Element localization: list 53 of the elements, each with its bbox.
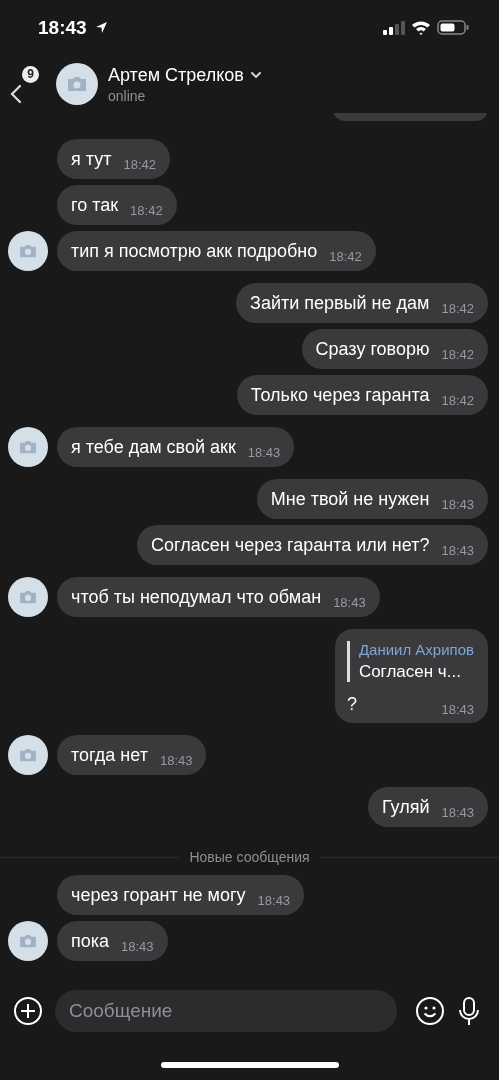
message-text: я тут xyxy=(71,148,112,170)
contact-name[interactable]: Артем Стрелков xyxy=(108,64,244,86)
message-time: 18:42 xyxy=(123,156,156,172)
message-time: 18:43 xyxy=(121,938,154,954)
signal-icon xyxy=(383,20,405,35)
message-text: Согласен через гаранта или нет? xyxy=(151,534,430,556)
message-text: Зайти первый не дам xyxy=(250,292,430,314)
avatar[interactable] xyxy=(8,231,48,271)
message-text: тогда нет xyxy=(71,744,148,766)
message-text: чтоб ты неподумал что обман xyxy=(71,586,322,608)
message-time: 18:42 xyxy=(441,300,474,316)
message-text: я тебе дам свой акк xyxy=(71,436,236,458)
message-text: через горант не могу xyxy=(71,884,246,906)
battery-icon xyxy=(437,20,469,35)
message-time: 18:43 xyxy=(441,496,474,512)
status-time: 18:43 xyxy=(38,16,87,39)
message-time: 18:43 xyxy=(159,752,193,768)
reply-author: Даниил Ахрипов xyxy=(358,641,474,658)
add-icon[interactable] xyxy=(13,996,43,1026)
message-time: 18:42 xyxy=(130,202,163,218)
message-text: ? xyxy=(346,694,357,715)
message-text: Сразу говорю xyxy=(315,338,430,360)
avatar[interactable] xyxy=(56,63,98,105)
avatar[interactable] xyxy=(8,735,48,775)
message-text: го так xyxy=(71,194,119,216)
back-button[interactable]: 9 xyxy=(8,64,46,104)
message-time: 18:43 xyxy=(333,594,366,610)
message-time: 18:43 xyxy=(247,444,281,460)
message-time: 18:42 xyxy=(441,346,474,362)
new-messages-divider: Новые сообщения xyxy=(189,849,310,865)
chevron-down-icon[interactable] xyxy=(249,71,262,79)
microphone-icon[interactable] xyxy=(457,996,481,1026)
message-time: 18:43 xyxy=(257,892,291,908)
message-text: пока xyxy=(71,930,110,952)
wifi-icon xyxy=(411,20,431,35)
message-text: Мне твой не нужен xyxy=(270,488,430,510)
emoji-icon[interactable] xyxy=(415,996,445,1026)
unread-count-badge: 9 xyxy=(22,66,39,83)
reply-text: Согласен ч... xyxy=(358,662,462,682)
message-text: Только через гаранта xyxy=(250,384,430,406)
avatar[interactable] xyxy=(8,577,48,617)
avatar[interactable] xyxy=(8,921,48,961)
contact-status: online xyxy=(108,87,147,104)
message-time: 18:43 xyxy=(441,804,474,820)
avatar[interactable] xyxy=(8,427,48,467)
message-time: 18:43 xyxy=(441,542,474,558)
location-arrow-icon xyxy=(94,21,108,34)
message-input[interactable]: Сообщение xyxy=(55,990,397,1032)
message-time: 18:43 xyxy=(441,702,474,717)
message-time: 18:42 xyxy=(329,248,362,264)
message-text: Гуляй xyxy=(382,796,430,818)
message-text: тип я посмотрю акк подробно xyxy=(71,240,318,262)
message-time: 18:42 xyxy=(441,392,474,408)
